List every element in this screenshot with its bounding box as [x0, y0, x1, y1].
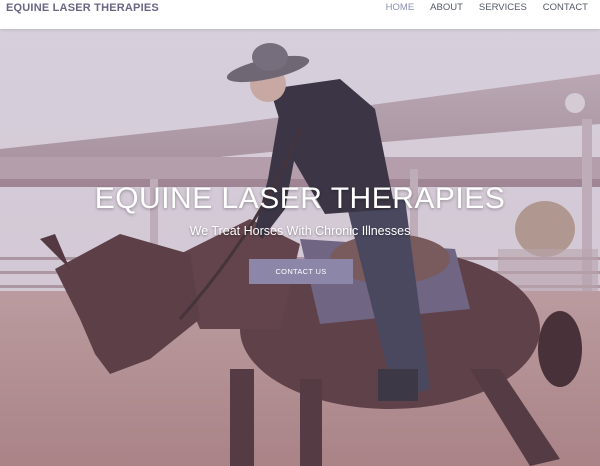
nav-links: HOME ABOUT SERVICES CONTACT — [378, 2, 596, 13]
top-navbar: EQUINE LASER THERAPIES HOME ABOUT SERVIC… — [0, 0, 600, 29]
hero-overlay — [0, 29, 600, 466]
nav-link-contact[interactable]: CONTACT — [535, 2, 596, 13]
hero-section: EQUINE LASER THERAPIES We Treat Horses W… — [0, 29, 600, 466]
nav-link-about[interactable]: ABOUT — [422, 2, 471, 13]
nav-link-services[interactable]: SERVICES — [471, 2, 535, 13]
contact-us-button[interactable]: CONTACT US — [249, 259, 353, 284]
brand-logo-link[interactable]: EQUINE LASER THERAPIES — [6, 2, 159, 14]
hero-title: EQUINE LASER THERAPIES — [94, 182, 506, 215]
nav-link-home[interactable]: HOME — [378, 2, 423, 13]
hero-subtitle: We Treat Horses With Chronic Illnesses — [189, 224, 411, 238]
